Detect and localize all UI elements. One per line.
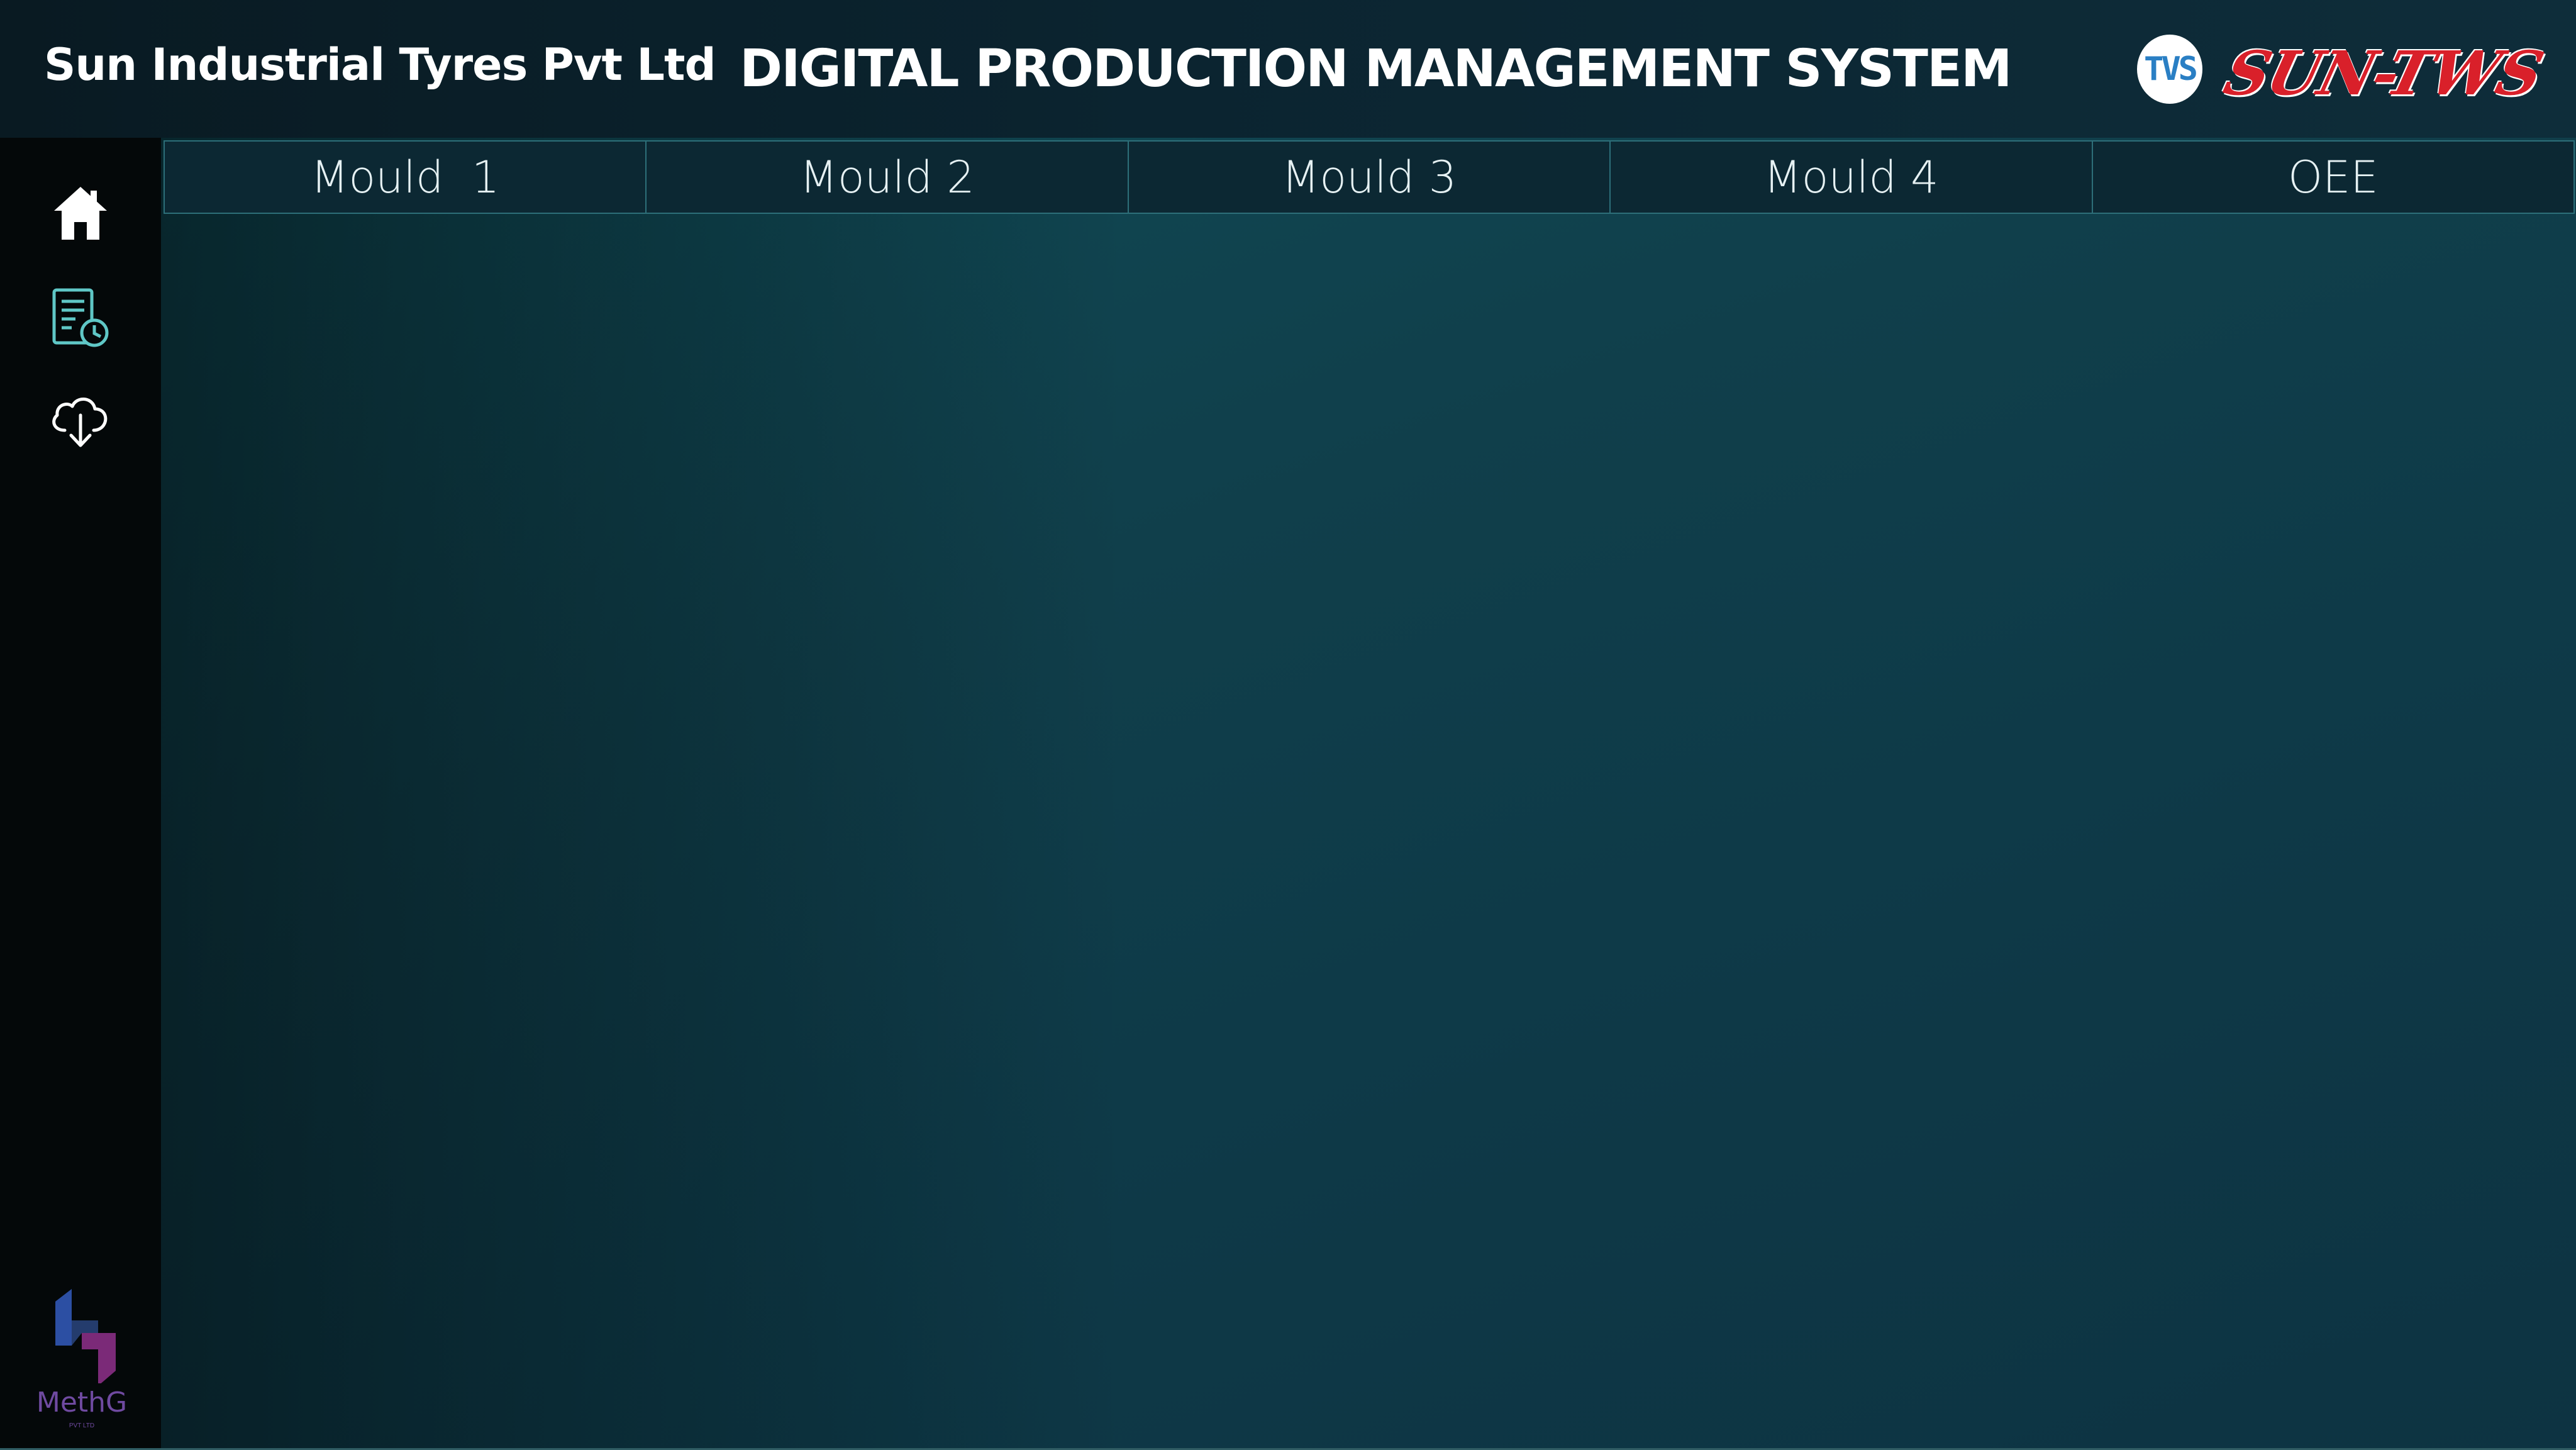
cloud-download-icon (52, 398, 108, 447)
main-content: Mould 1 Mould 2 Mould 3 Mould 4 OEE (161, 138, 2576, 1448)
tab-mould-4[interactable]: Mould 4 (1609, 140, 2093, 214)
methg-logo: MethG PVT LTD (25, 1283, 138, 1434)
sidebar: MethG PVT LTD (0, 138, 161, 1450)
page-title: DIGITAL PRODUCTION MANAGEMENT SYSTEM (740, 39, 2012, 99)
tab-bar: Mould 1 Mould 2 Mould 3 Mould 4 OEE (164, 140, 2575, 216)
report-history-button[interactable] (43, 281, 118, 357)
tab-mould-3[interactable]: Mould 3 (1127, 140, 1611, 214)
sun-tws-logo: SUN-TWS (2217, 38, 2550, 109)
tab-mould-2[interactable]: Mould 2 (645, 140, 1129, 214)
company-name: Sun Industrial Tyres Pvt Ltd (44, 39, 716, 91)
app-window: Sun Industrial Tyres Pvt Ltd DIGITAL PRO… (0, 0, 2576, 1450)
home-button[interactable] (43, 176, 118, 251)
tab-oee[interactable]: OEE (2091, 140, 2575, 214)
methg-logo-text: MethG (36, 1386, 128, 1419)
main-shade (161, 138, 2576, 1448)
methg-logo-mark (55, 1289, 116, 1386)
download-button[interactable] (43, 383, 118, 459)
tab-mould-1[interactable]: Mould 1 (164, 140, 647, 214)
header-bar: Sun Industrial Tyres Pvt Ltd DIGITAL PRO… (0, 0, 2576, 138)
methg-logo-subtext: PVT LTD (69, 1422, 95, 1429)
report-clock-icon (52, 288, 109, 347)
home-icon (54, 187, 107, 240)
tvs-logo: TVS (2137, 35, 2202, 104)
